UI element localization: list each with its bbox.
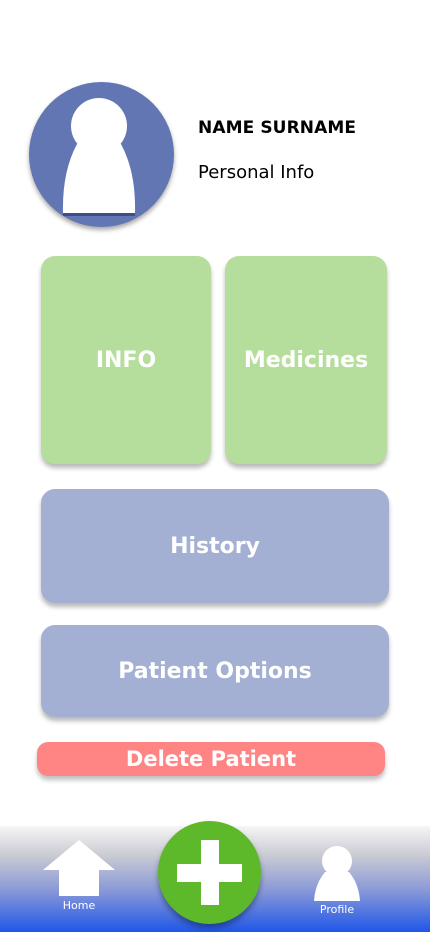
- home-icon: [43, 840, 115, 896]
- info-tile-label: INFO: [95, 347, 157, 373]
- delete-patient-label: Delete Patient: [125, 747, 297, 771]
- nav-profile-button[interactable]: Profile: [305, 846, 369, 916]
- patient-detail-screen: NAME SURNAME Personal Info INFO Medicine…: [0, 0, 430, 932]
- profile-icon: [314, 846, 360, 901]
- patient-options-tile-label: Patient Options: [118, 658, 312, 684]
- patient-name: NAME SURNAME: [198, 118, 357, 138]
- add-button[interactable]: [158, 821, 261, 924]
- personal-info-label: Personal Info: [198, 162, 315, 183]
- nav-home-label: Home: [62, 899, 96, 912]
- patient-avatar: [29, 82, 174, 227]
- plus-icon: [177, 840, 242, 905]
- medicines-tile[interactable]: Medicines: [225, 256, 387, 464]
- history-tile-label: History: [170, 533, 260, 559]
- history-tile[interactable]: History: [41, 489, 389, 603]
- info-tile[interactable]: INFO: [41, 256, 211, 464]
- person-icon: [62, 98, 136, 216]
- nav-home-button[interactable]: Home: [40, 838, 118, 912]
- medicines-tile-label: Medicines: [243, 347, 369, 373]
- patient-options-tile[interactable]: Patient Options: [41, 625, 389, 717]
- nav-profile-label: Profile: [319, 903, 355, 916]
- delete-patient-button[interactable]: Delete Patient: [37, 742, 385, 776]
